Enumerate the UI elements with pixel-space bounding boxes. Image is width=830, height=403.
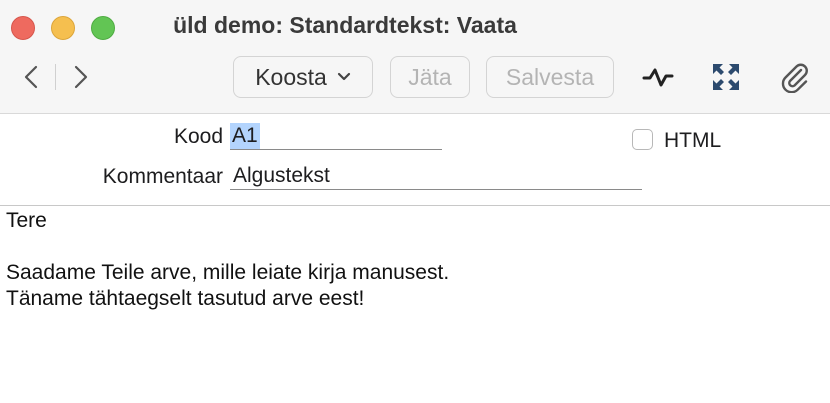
expand-arrows-icon	[713, 64, 739, 90]
forward-button[interactable]	[66, 62, 96, 92]
record-header-form: Kood A1 HTML Kommentaar Algustekst	[0, 114, 830, 206]
window-title-text: üld demo: Standardtekst: Vaata	[173, 12, 517, 38]
expand-button[interactable]	[709, 60, 743, 94]
attach-button[interactable]	[778, 60, 812, 94]
chevron-down-icon	[337, 72, 350, 81]
chevron-left-icon	[24, 65, 38, 89]
paperclip-icon	[781, 63, 808, 93]
kood-value: A1	[230, 123, 260, 149]
koosta-label: Koosta	[255, 63, 327, 90]
minimize-window-button[interactable]	[51, 16, 75, 40]
close-window-button[interactable]	[11, 16, 35, 40]
text-line	[6, 234, 821, 260]
jata-label: Jäta	[408, 63, 452, 90]
kommentaar-field[interactable]: Algustekst	[230, 162, 642, 190]
zoom-window-button[interactable]	[91, 16, 115, 40]
kood-field[interactable]: A1	[230, 122, 442, 150]
html-checkbox-label: HTML	[664, 129, 722, 152]
text-line: Tere	[6, 209, 47, 232]
koosta-menu-button[interactable]: Koosta	[233, 56, 373, 98]
text-line: Saadame Teile arve, mille leiate kirja m…	[6, 261, 450, 284]
html-checkbox[interactable]	[632, 129, 653, 150]
back-button[interactable]	[16, 62, 46, 92]
app-window: üld demo: Standardtekst: Vaata Koosta Jä…	[0, 0, 830, 403]
kommentaar-label: Kommentaar	[102, 165, 223, 188]
activity-graph-icon	[642, 68, 674, 87]
window-title: üld demo: Standardtekst: Vaata	[130, 12, 830, 39]
nav-divider	[55, 64, 56, 90]
chevron-right-icon	[74, 65, 88, 89]
text-body-area[interactable]: Tere Saadame Teile arve, mille leiate ki…	[6, 208, 821, 398]
text-line: Täname tähtaegselt tasutud arve eest!	[6, 287, 365, 310]
title-bar: üld demo: Standardtekst: Vaata Koosta Jä…	[0, 0, 830, 114]
salvesta-button[interactable]: Salvesta	[486, 56, 614, 98]
salvesta-label: Salvesta	[505, 63, 595, 90]
kood-label: Kood	[173, 125, 223, 148]
activity-button[interactable]	[641, 60, 675, 94]
jata-button[interactable]: Jäta	[390, 56, 470, 98]
